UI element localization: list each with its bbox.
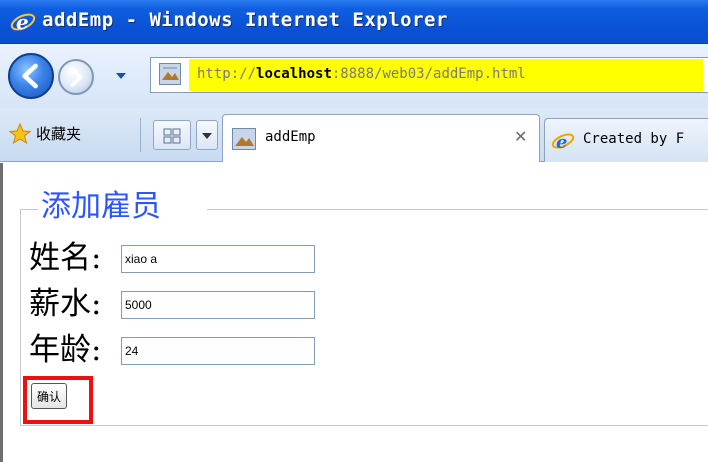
salary-input[interactable] [121,291,315,319]
window-title-bar: e addEmp - Windows Internet Explorer [0,0,708,44]
toolbar-divider [140,118,141,152]
name-label: 姓名: [29,240,102,276]
forward-arrow-icon [70,67,83,87]
age-input[interactable] [121,337,315,365]
form-legend: 添加雇员 [41,189,161,224]
name-input[interactable] [121,245,315,273]
window-title: addEmp - Windows Internet Explorer [42,9,448,31]
quick-tabs-icon [163,128,181,144]
url-text[interactable]: http://localhost:8888/web03/addEmp.html [197,66,526,82]
fieldset-border [207,209,708,210]
forward-button[interactable] [58,59,94,95]
ie-logo-icon: e [551,132,575,153]
close-icon[interactable]: ✕ [514,127,527,146]
tab-created-by[interactable]: e Created by F [544,118,708,162]
quick-tabs-button[interactable] [153,120,191,150]
svg-text:e: e [556,132,567,153]
fieldset-border [20,209,21,425]
confirm-button[interactable]: 确认 [31,383,67,409]
svg-text:e: e [16,10,29,34]
recent-pages-dropdown-icon[interactable] [115,70,127,82]
salary-label: 薪水: [29,286,102,322]
age-label: 年龄: [29,332,102,368]
page-favicon-icon [232,128,256,150]
ie-logo-icon: e [10,10,36,34]
tab-label: addEmp [265,129,316,145]
url-host: localhost [256,66,332,82]
tab-label: Created by F [583,131,685,147]
page-favicon-icon [159,63,181,85]
address-bar[interactable]: http://localhost:8888/web03/addEmp.html [150,57,708,93]
favorites-button[interactable]: 收藏夹 [36,123,81,144]
tab-list-button[interactable] [196,120,218,150]
favorites-star-icon[interactable] [8,122,32,146]
tab-addemp[interactable]: addEmp ✕ [222,114,540,162]
url-path: :8888/web03/addEmp.html [331,66,526,82]
fieldset-border [20,425,708,426]
page-content: 添加雇员 姓名: 薪水: 年龄: 确认 [0,163,708,462]
tab-bar: 收藏夹 addEmp ✕ e Created by F [0,108,708,162]
url-prefix: http:// [197,66,257,82]
back-arrow-icon [22,63,38,89]
navigation-bar: http://localhost:8888/web03/addEmp.html [0,44,708,108]
chevron-down-icon [202,133,212,139]
back-button[interactable] [8,53,54,99]
fieldset-border [20,209,38,210]
